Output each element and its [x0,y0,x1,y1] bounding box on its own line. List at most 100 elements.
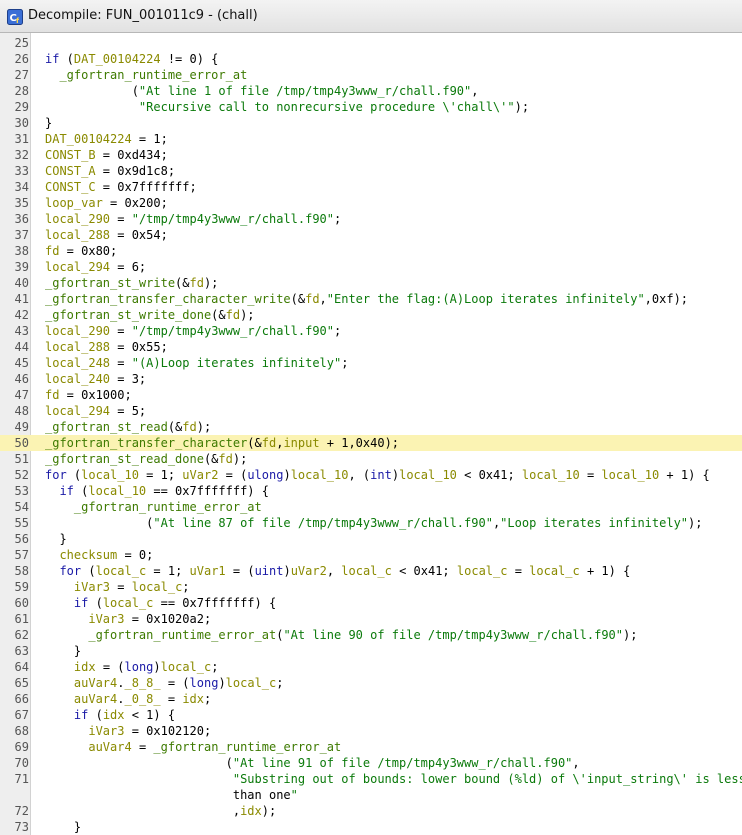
code-line[interactable]: 58 for (local_c = 1; uVar1 = (uint)uVar2… [0,563,742,579]
code-line[interactable]: 33 CONST_A = 0x9d1c8; [0,163,742,179]
code-line[interactable]: 57 checksum = 0; [0,547,742,563]
code-line[interactable]: 31 DAT_00104224 = 1; [0,131,742,147]
code-line[interactable]: 61 iVar3 = 0x1020a2; [0,611,742,627]
code-line[interactable]: 65 auVar4._8_8_ = (long)local_c; [0,675,742,691]
code-text[interactable]: local_288 = 0x54; [45,227,168,243]
code-text[interactable]: local_290 = "/tmp/tmp4y3www_r/chall.f90"… [45,323,341,339]
code-text[interactable]: iVar3 = 0x102120; [45,723,211,739]
code-line[interactable]: 64 idx = (long)local_c; [0,659,742,675]
code-line[interactable]: 54 _gfortran_runtime_error_at [0,499,742,515]
code-text[interactable]: for (local_10 = 1; uVar2 = (ulong)local_… [45,467,710,483]
code-line[interactable]: 62 _gfortran_runtime_error_at("At line 9… [0,627,742,643]
code-text[interactable]: if (DAT_00104224 != 0) { [45,51,218,67]
code-line[interactable]: 36 local_290 = "/tmp/tmp4y3www_r/chall.f9… [0,211,742,227]
code-text[interactable]: loop_var = 0x200; [45,195,168,211]
code-line[interactable]: 59 iVar3 = local_c; [0,579,742,595]
code-text[interactable]: idx = (long)local_c; [45,659,219,675]
code-text[interactable]: if (local_c == 0x7fffffff) { [45,595,276,611]
code-line[interactable]: 67 if (idx < 1) { [0,707,742,723]
code-line[interactable]: 30} [0,115,742,131]
code-line[interactable]: 71 "Substring out of bounds: lower bound… [0,771,742,787]
code-text[interactable]: local_240 = 3; [45,371,146,387]
code-text[interactable]: _gfortran_runtime_error_at [45,499,262,515]
code-text[interactable]: iVar3 = 0x1020a2; [45,611,211,627]
code-line[interactable]: 50 _gfortran_transfer_character(&fd,input… [0,435,742,451]
code-text[interactable]: _gfortran_runtime_error_at("At line 90 o… [45,627,637,643]
code-text[interactable]: "Recursive call to nonrecursive procedur… [45,99,529,115]
decompiler-code-area[interactable]: 25 26 if (DAT_00104224 != 0) {27 _gfortran… [0,33,742,835]
code-line[interactable]: 68 iVar3 = 0x102120; [0,723,742,739]
code-line[interactable]: 32 CONST_B = 0xd434; [0,147,742,163]
code-text[interactable]: if (idx < 1) { [45,707,175,723]
code-text[interactable]: fd = 0x1000; [45,387,132,403]
code-text[interactable]: ,idx); [45,803,276,819]
code-text[interactable]: DAT_00104224 = 1; [45,131,168,147]
code-text[interactable]: _gfortran_transfer_character(&fd,input +… [45,435,399,451]
code-line[interactable]: 29 "Recursive call to nonrecursive proce… [0,99,742,115]
code-line[interactable]: 27 _gfortran_runtime_error_at [0,67,742,83]
window-titlebar[interactable]: C f Decompile: FUN_001011c9 - (chall) [0,0,742,33]
code-text[interactable]: _gfortran_st_read(&fd); [45,419,211,435]
code-text[interactable]: CONST_B = 0xd434; [45,147,168,163]
code-text[interactable]: local_294 = 5; [45,403,146,419]
code-text[interactable]: local_290 = "/tmp/tmp4y3www_r/chall.f90"… [45,211,341,227]
code-text[interactable]: checksum = 0; [45,547,153,563]
code-line[interactable]: 49 _gfortran_st_read(&fd); [0,419,742,435]
code-line[interactable]: 34 CONST_C = 0x7fffffff; [0,179,742,195]
code-line[interactable]: 48 local_294 = 5; [0,403,742,419]
code-line[interactable]: 69 auVar4 = _gfortran_runtime_error_at [0,739,742,755]
code-line[interactable]: 26 if (DAT_00104224 != 0) { [0,51,742,67]
code-text[interactable]: local_294 = 6; [45,259,146,275]
code-line[interactable]: 52 for (local_10 = 1; uVar2 = (ulong)loca… [0,467,742,483]
code-line[interactable]: 72 ,idx); [0,803,742,819]
code-text[interactable]: fd = 0x80; [45,243,117,259]
code-line[interactable]: than one" [0,787,742,803]
code-text[interactable]: iVar3 = local_c; [45,579,190,595]
code-line[interactable]: 56 } [0,531,742,547]
code-line[interactable]: 60 if (local_c == 0x7fffffff) { [0,595,742,611]
code-text[interactable]: "Substring out of bounds: lower bound (%… [45,771,742,787]
code-line[interactable]: 44 local_288 = 0x55; [0,339,742,355]
code-line[interactable]: 35 loop_var = 0x200; [0,195,742,211]
code-text[interactable]: ("At line 1 of file /tmp/tmp4y3www_r/cha… [45,83,479,99]
code-line[interactable]: 51 _gfortran_st_read_done(&fd); [0,451,742,467]
code-text[interactable]: CONST_A = 0x9d1c8; [45,163,175,179]
code-text[interactable]: auVar4 = _gfortran_runtime_error_at [45,739,341,755]
code-text[interactable]: _gfortran_st_write(&fd); [45,275,218,291]
code-line[interactable]: 28 ("At line 1 of file /tmp/tmp4y3www_r/… [0,83,742,99]
code-line[interactable]: 70 ("At line 91 of file /tmp/tmp4y3www_r… [0,755,742,771]
code-text[interactable]: } [45,643,81,659]
code-text[interactable]: than one" [45,787,298,803]
code-text[interactable]: ("At line 91 of file /tmp/tmp4y3www_r/ch… [45,755,580,771]
code-text[interactable]: auVar4._0_8_ = idx; [45,691,211,707]
code-text[interactable]: } [45,531,66,547]
code-line[interactable]: 53 if (local_10 == 0x7fffffff) { [0,483,742,499]
code-line[interactable]: 45 local_248 = "(A)Loop iterates infinite… [0,355,742,371]
code-text[interactable]: _gfortran_runtime_error_at [45,67,247,83]
code-text[interactable]: auVar4._8_8_ = (long)local_c; [45,675,284,691]
code-text[interactable]: if (local_10 == 0x7fffffff) { [45,483,269,499]
code-text[interactable]: } [45,819,81,835]
code-text[interactable]: local_248 = "(A)Loop iterates infinitely… [45,355,348,371]
code-text[interactable]: ("At line 87 of file /tmp/tmp4y3www_r/ch… [45,515,702,531]
code-line[interactable]: 46 local_240 = 3; [0,371,742,387]
code-line[interactable]: 38 fd = 0x80; [0,243,742,259]
code-line[interactable]: 41 _gfortran_transfer_character_write(&fd… [0,291,742,307]
code-line[interactable]: 66 auVar4._0_8_ = idx; [0,691,742,707]
code-text[interactable]: local_288 = 0x55; [45,339,168,355]
code-line[interactable]: 42 _gfortran_st_write_done(&fd); [0,307,742,323]
code-text[interactable]: for (local_c = 1; uVar1 = (uint)uVar2, l… [45,563,630,579]
code-line[interactable]: 39 local_294 = 6; [0,259,742,275]
code-text[interactable]: } [45,115,52,131]
code-line[interactable]: 40 _gfortran_st_write(&fd); [0,275,742,291]
code-text[interactable]: CONST_C = 0x7fffffff; [45,179,197,195]
code-line[interactable]: 37 local_288 = 0x54; [0,227,742,243]
code-line[interactable]: 55 ("At line 87 of file /tmp/tmp4y3www_r… [0,515,742,531]
code-line[interactable]: 47 fd = 0x1000; [0,387,742,403]
code-line[interactable]: 73 } [0,819,742,835]
code-line[interactable]: 63 } [0,643,742,659]
code-text[interactable]: _gfortran_transfer_character_write(&fd,"… [45,291,688,307]
code-line[interactable]: 43 local_290 = "/tmp/tmp4y3www_r/chall.f9… [0,323,742,339]
code-text[interactable]: _gfortran_st_read_done(&fd); [45,451,247,467]
code-text[interactable]: _gfortran_st_write_done(&fd); [45,307,255,323]
